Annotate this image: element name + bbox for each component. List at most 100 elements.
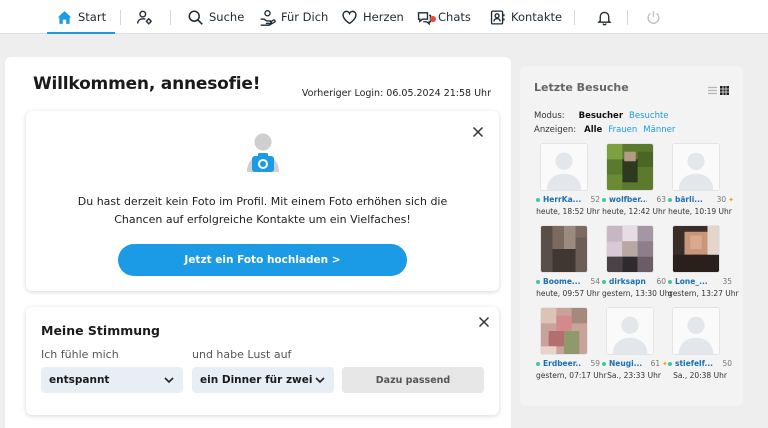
nav-divider bbox=[574, 10, 575, 25]
main-content: Willkommen, annesofie! Vorheriger Login:… bbox=[5, 57, 511, 428]
mode-option-besuchte[interactable]: Besuchte bbox=[629, 111, 669, 121]
chevron-down-icon bbox=[315, 377, 325, 384]
heart-icon bbox=[341, 9, 358, 26]
grid-view-icon[interactable] bbox=[720, 86, 729, 95]
visit-time: Sa., 23:33 Uhr bbox=[607, 371, 661, 380]
visitor-name[interactable]: Boome... bbox=[543, 277, 580, 286]
visit-time: heute, 18:52 Uhr bbox=[536, 207, 600, 216]
online-status-dot bbox=[602, 197, 606, 202]
nav-herzen[interactable]: Herzen bbox=[341, 0, 404, 34]
online-status-dot bbox=[536, 361, 540, 366]
visitor-photo[interactable] bbox=[672, 143, 720, 191]
visitor-name[interactable]: Erdbeer... bbox=[543, 359, 581, 368]
home-icon bbox=[56, 9, 73, 26]
visit-time: heute, 10:19 Uhr bbox=[668, 207, 732, 216]
visitor-age: 63 bbox=[656, 195, 666, 204]
mode-option-besucher[interactable]: Besucher bbox=[579, 111, 623, 121]
bell-icon bbox=[596, 9, 613, 26]
visitor-tile[interactable]: dirksapn 60 gestern, 13:30 Uhr bbox=[602, 225, 673, 305]
visitor-photo[interactable] bbox=[540, 225, 588, 273]
visitor-photo[interactable] bbox=[672, 307, 720, 355]
visitor-photo[interactable] bbox=[540, 307, 588, 355]
nav-suche[interactable]: Suche bbox=[187, 0, 244, 34]
desire-label: und habe Lust auf bbox=[192, 348, 292, 361]
show-option-maenner[interactable]: Männer bbox=[643, 125, 675, 135]
visitor-name[interactable]: Neugi... bbox=[609, 359, 642, 368]
welcome-heading: Willkommen, annesofie! bbox=[33, 74, 261, 94]
close-mood-card-button[interactable] bbox=[478, 316, 490, 328]
chevron-down-icon bbox=[164, 377, 174, 384]
feel-select-value: entspannt bbox=[49, 374, 110, 386]
nav-logout[interactable] bbox=[645, 0, 662, 34]
visitor-name[interactable]: dirksapn bbox=[609, 277, 646, 286]
nav-fuer-dich[interactable]: Für Dich bbox=[259, 0, 328, 34]
visitor-name-row: Boome... 54 bbox=[536, 277, 602, 286]
visitor-name[interactable]: Lone_... bbox=[675, 277, 708, 286]
visitor-name[interactable]: bärli... bbox=[675, 195, 703, 204]
show-option-frauen[interactable]: Frauen bbox=[608, 125, 637, 135]
close-icon bbox=[478, 316, 490, 328]
visits-title: Letzte Besuche bbox=[534, 81, 629, 94]
nav-kontakte[interactable]: Kontakte bbox=[489, 0, 562, 34]
visitor-photo[interactable] bbox=[540, 143, 588, 191]
show-option-alle[interactable]: Alle bbox=[584, 125, 602, 135]
visit-time: gestern, 13:30 Uhr bbox=[602, 289, 673, 298]
feel-select[interactable]: entspannt bbox=[41, 367, 183, 393]
visitor-tile[interactable]: Erdbeer... 59 gestern, 07:17 Uhr bbox=[536, 307, 607, 387]
power-icon bbox=[645, 9, 662, 26]
visitor-name-row: stiefelf... 50 bbox=[668, 359, 734, 368]
nav-kontakte-label: Kontakte bbox=[511, 10, 563, 24]
nav-profile-settings[interactable] bbox=[136, 0, 153, 34]
nav-herzen-label: Herzen bbox=[363, 10, 404, 24]
visitor-age: 60 bbox=[656, 277, 666, 286]
visitor-photo[interactable] bbox=[606, 225, 654, 273]
online-status-dot bbox=[602, 361, 606, 366]
upload-photo-button[interactable]: Jetzt ein Foto hochladen > bbox=[118, 244, 407, 276]
visit-time: heute, 12:42 Uhr bbox=[602, 207, 666, 216]
visitor-age: 50 bbox=[722, 359, 732, 368]
visitor-name-row: bärli... 30 ✦ bbox=[668, 195, 734, 204]
list-view-icon[interactable] bbox=[708, 86, 717, 95]
visitor-photo[interactable] bbox=[606, 143, 654, 191]
nav-notifications[interactable] bbox=[596, 0, 613, 34]
visitor-tile[interactable]: stiefelf... 50 Sa., 20:38 Uhr bbox=[668, 307, 732, 387]
visitor-age: 54 bbox=[590, 277, 600, 286]
top-navigation: Start Suche Für Dich Herzen Chats Kontak… bbox=[0, 0, 768, 34]
visitor-age: 59 bbox=[590, 359, 600, 368]
visitor-photo[interactable] bbox=[606, 307, 654, 355]
nav-chats[interactable]: Chats bbox=[416, 0, 471, 34]
sparkle-icon: ✦ bbox=[728, 195, 734, 204]
desire-select[interactable]: ein Dinner für zwei bbox=[192, 367, 334, 393]
visitor-age: 52 bbox=[590, 195, 600, 204]
close-icon bbox=[472, 126, 484, 138]
visitor-name-row: Neugi... 61 ✦ bbox=[602, 359, 668, 368]
visitor-name-row: wolfber... 63 bbox=[602, 195, 668, 204]
visitor-age: 61 bbox=[650, 359, 661, 368]
gender-filter: Anzeigen: Alle Frauen Männer bbox=[534, 125, 675, 135]
nav-start[interactable]: Start bbox=[46, 0, 116, 34]
visitor-tile[interactable]: Boome... 54 heute, 09:57 Uhr bbox=[536, 225, 600, 305]
matching-button[interactable]: Dazu passend bbox=[342, 367, 484, 393]
user-settings-icon bbox=[136, 9, 153, 26]
visitor-name[interactable]: wolfber... bbox=[609, 195, 647, 204]
nav-suche-label: Suche bbox=[209, 10, 245, 24]
visitor-photo[interactable] bbox=[672, 225, 720, 273]
visit-time: Sa., 20:38 Uhr bbox=[673, 371, 727, 380]
visitor-age: 35 bbox=[722, 277, 732, 286]
visitor-tile[interactable]: HerrKa... 52 heute, 18:52 Uhr bbox=[536, 143, 600, 223]
visitor-tile[interactable]: Lone_... 35 gestern, 13:27 Uhr bbox=[668, 225, 739, 305]
visitor-name[interactable]: stiefelf... bbox=[675, 359, 713, 368]
visitor-name[interactable]: HerrKa... bbox=[543, 195, 581, 204]
last-login-info: Vorheriger Login: 06.05.2024 21:58 Uhr bbox=[301, 88, 491, 99]
photo-upload-card: Du hast derzeit kein Foto im Profil. Mit… bbox=[26, 111, 499, 291]
visitor-tile[interactable]: Neugi... 61 ✦ Sa., 23:33 Uhr bbox=[602, 307, 668, 387]
visitor-name-row: HerrKa... 52 bbox=[536, 195, 602, 204]
visit-time: gestern, 13:27 Uhr bbox=[668, 289, 739, 298]
photo-prompt-text: Du hast derzeit kein Foto im Profil. Mit… bbox=[77, 195, 448, 226]
visitor-tile[interactable]: bärli... 30 ✦ heute, 10:19 Uhr bbox=[668, 143, 734, 223]
close-photo-card-button[interactable] bbox=[472, 126, 484, 138]
nav-divider bbox=[120, 10, 121, 25]
visitor-tile[interactable]: wolfber... 63 heute, 12:42 Uhr bbox=[602, 143, 666, 223]
online-status-dot bbox=[668, 279, 672, 284]
visit-time: gestern, 07:17 Uhr bbox=[536, 371, 607, 380]
